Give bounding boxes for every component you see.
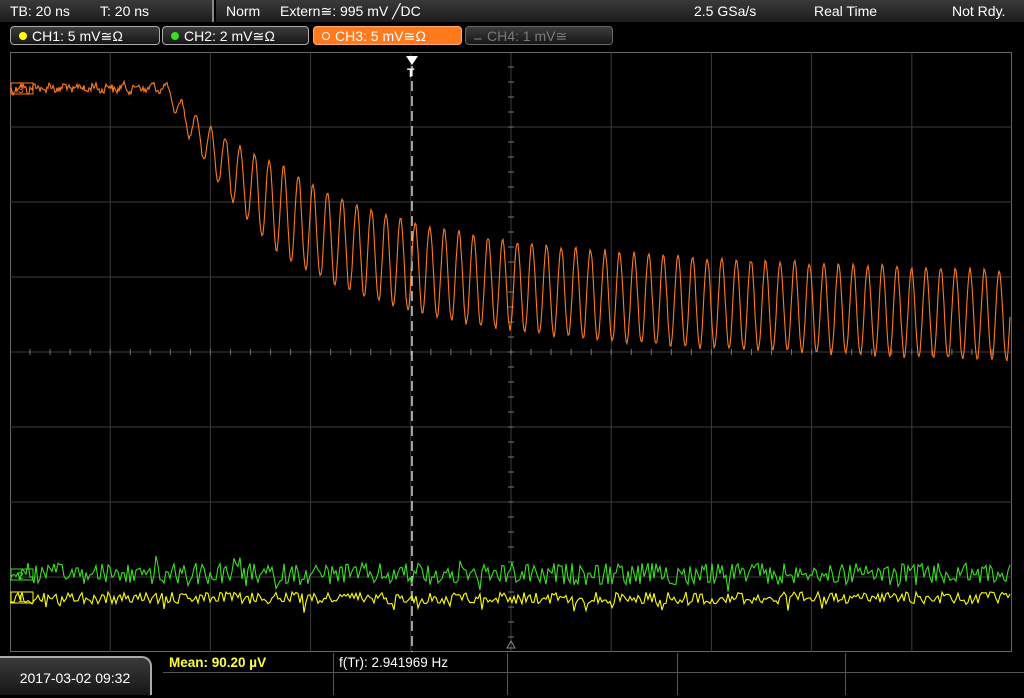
measurement-divider-1 [333, 653, 334, 695]
acquisition-status-panel[interactable]: Norm Extern≅: 995 mV ╱DC 2.5 GSa/s Real … [216, 0, 1024, 22]
ch3-marker-label: 3 [18, 85, 24, 96]
ch1-offset-marker[interactable]: 1 [10, 591, 34, 605]
measurement-divider-4 [845, 653, 846, 695]
ch2-trace [9, 555, 1011, 592]
timebase-panel[interactable]: TB: 20 ns T: 20 ns [0, 0, 214, 22]
frequency-measurement: f(Tr): 2.941969 Hz [339, 655, 449, 670]
top-status-bar: TB: 20 ns T: 20 ns Norm Extern≅: 995 mV … [0, 0, 1024, 23]
trigger-time-value: T: 20 ns [100, 3, 150, 19]
ch3-indicator-icon [322, 32, 330, 40]
measurement-divider-h [163, 672, 1024, 673]
waveform-display[interactable]: T 3 2 1 [9, 51, 1013, 653]
timebase-value: TB: 20 ns [10, 3, 70, 19]
ch1-trace [9, 590, 1011, 613]
tab-ch3-label: CH3: 5 mV≅Ω [335, 28, 426, 44]
ch2-indicator-icon [171, 32, 179, 40]
graticule-svg: T 3 2 1 [9, 51, 1013, 653]
measurement-divider-3 [677, 653, 678, 695]
measurement-panel[interactable]: Mean: 90.20 µV f(Tr): 2.941969 Hz [163, 653, 1024, 695]
run-state: Not Rdy. [952, 3, 1006, 19]
acquisition-mode: Real Time [814, 3, 878, 19]
trigger-position-icon[interactable] [406, 56, 418, 65]
trigger-mode: Norm [226, 3, 261, 19]
datetime-value: 2017-03-02 09:32 [19, 670, 131, 686]
trigger-source: Extern≅: 995 mV ╱DC [280, 3, 421, 19]
ch2-marker-label: 2 [18, 571, 24, 582]
ch3-trace [9, 79, 1011, 362]
sample-rate: 2.5 GSa/s [694, 3, 757, 19]
trigger-marker-label: T [407, 66, 415, 80]
ch1-indicator-icon [19, 32, 27, 40]
channel-tabs: CH1: 5 mV≅Ω CH2: 2 mV≅Ω CH3: 5 mV≅Ω CH4:… [0, 26, 1024, 48]
tab-ch1[interactable]: CH1: 5 mV≅Ω [10, 26, 160, 45]
ch4-indicator-icon [474, 38, 482, 40]
ch1-marker-label: 1 [18, 594, 24, 605]
mean-measurement: Mean: 90.20 µV [169, 655, 267, 670]
tab-ch3[interactable]: CH3: 5 mV≅Ω [313, 26, 462, 45]
datetime-panel: 2017-03-02 09:32 [0, 656, 152, 695]
measurement-divider-2 [507, 653, 508, 695]
tab-ch2-label: CH2: 2 mV≅Ω [184, 28, 275, 44]
tab-ch1-label: CH1: 5 mV≅Ω [32, 28, 123, 44]
tab-ch4[interactable]: CH4: 1 mV≅ [465, 26, 613, 45]
tab-ch4-label: CH4: 1 mV≅ [487, 28, 568, 44]
tab-ch2[interactable]: CH2: 2 mV≅Ω [162, 26, 309, 45]
